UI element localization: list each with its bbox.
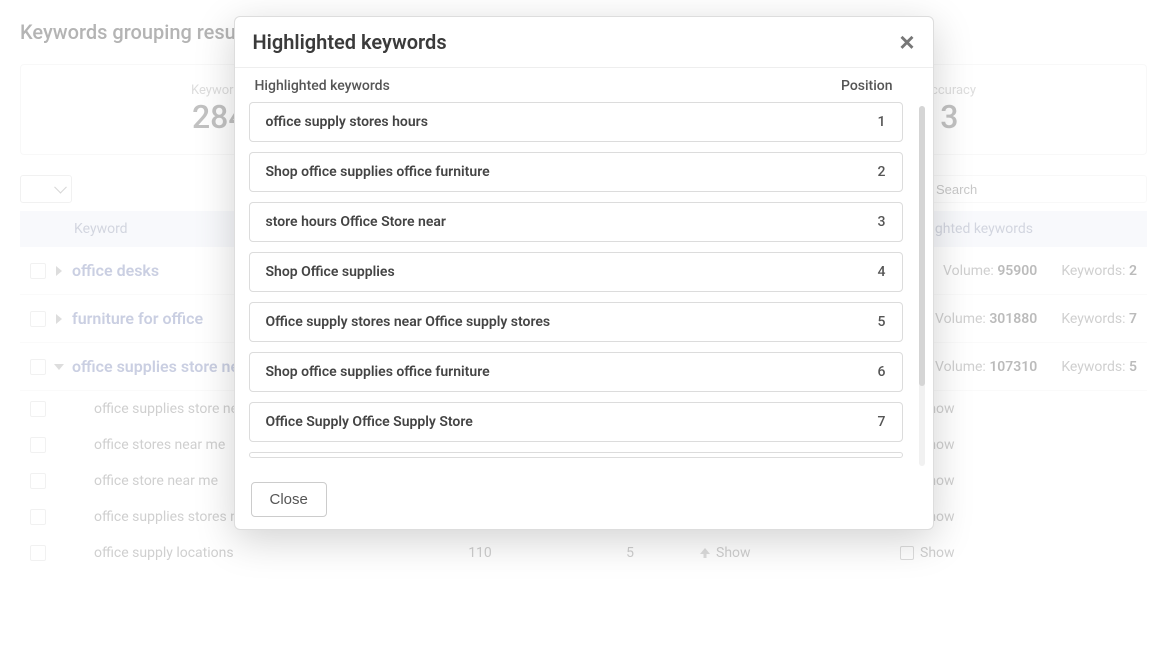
- keyword-row[interactable]: Shop office supplies office furniture 6: [249, 352, 903, 392]
- modal-scroll-area[interactable]: office supply stores hours 1 Shop office s…: [249, 102, 919, 462]
- close-button[interactable]: Close: [251, 482, 327, 517]
- keyword-text: Office supply stores near Office supply …: [266, 314, 551, 330]
- keyword-position: 4: [878, 264, 886, 280]
- keyword-text: Shop office supplies office furniture: [266, 364, 490, 380]
- keyword-row[interactable]: Shop office supplies office furniture 2: [249, 152, 903, 192]
- keyword-row[interactable]: Office supply stores near Office supply …: [249, 302, 903, 342]
- keyword-text: store hours Office Store near: [266, 214, 446, 230]
- keyword-position: 3: [878, 214, 886, 230]
- keyword-position: 5: [878, 314, 886, 330]
- keyword-row[interactable]: Office Supply Office Supply Store 7: [249, 402, 903, 442]
- modal-col-keywords: Highlighted keywords: [255, 78, 390, 94]
- close-icon[interactable]: ×: [899, 29, 914, 55]
- keyword-row[interactable]: Shop Office supplies 4: [249, 252, 903, 292]
- keyword-text: Shop Office supplies: [266, 264, 395, 280]
- keyword-text: Shop office supplies office furniture: [266, 164, 490, 180]
- keyword-row[interactable]: office supply stores hours 1: [249, 102, 903, 142]
- keyword-position: 7: [878, 414, 886, 430]
- keyword-text: Office Supply Office Supply Store: [266, 414, 473, 430]
- highlighted-keywords-modal: Highlighted keywords × Highlighted keywo…: [234, 16, 934, 530]
- keyword-position: 2: [878, 164, 886, 180]
- keyword-text: office supply stores hours: [266, 114, 428, 130]
- keyword-row[interactable]: store hours Office Store near 3: [249, 202, 903, 242]
- keyword-position: 6: [878, 364, 886, 380]
- modal-overlay[interactable]: Highlighted keywords × Highlighted keywo…: [0, 0, 1167, 663]
- modal-title: Highlighted keywords: [253, 30, 447, 54]
- keyword-position: 1: [878, 114, 886, 130]
- scrollbar-thumb[interactable]: [919, 106, 925, 386]
- modal-col-position: Position: [841, 78, 893, 94]
- keyword-row-partial: [249, 452, 903, 458]
